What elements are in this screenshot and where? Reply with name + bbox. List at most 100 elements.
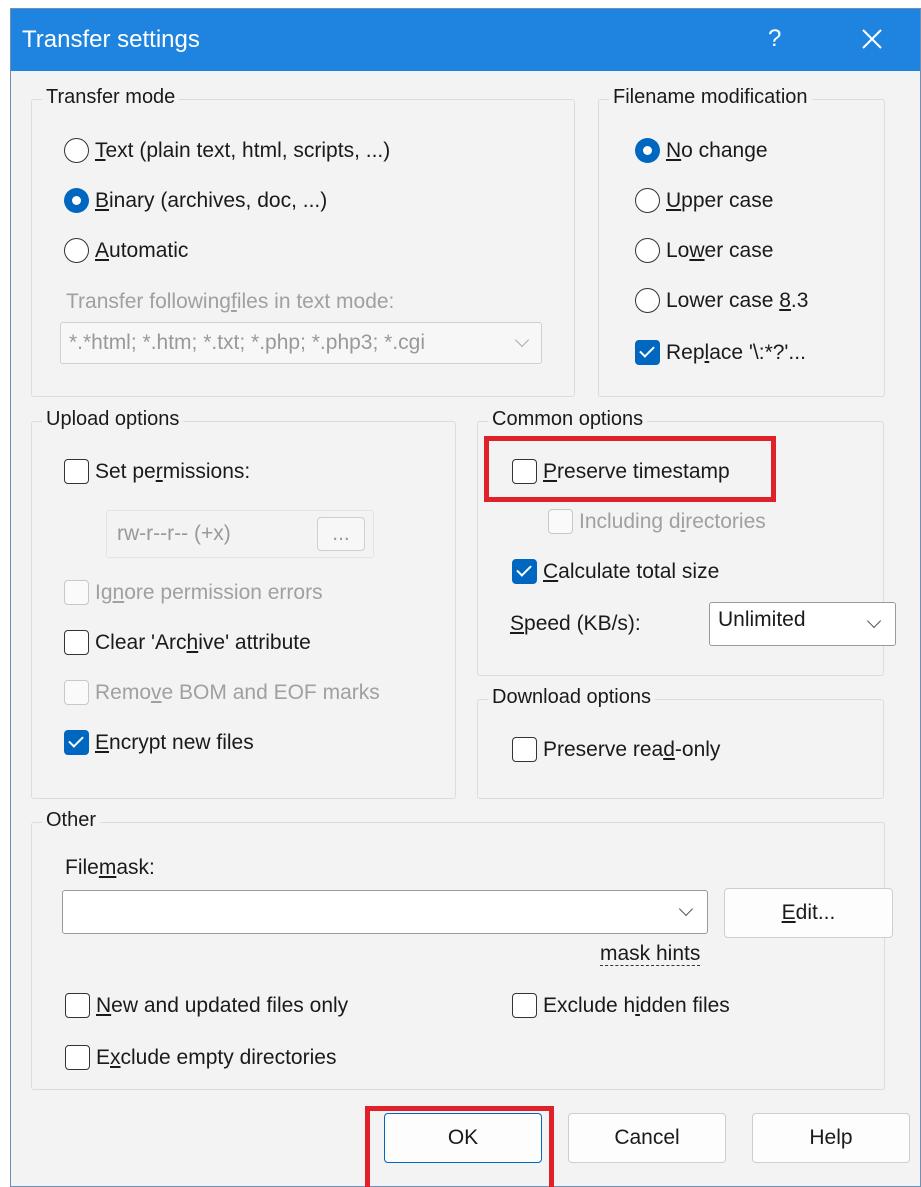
- filename-modification-group: Filename modification No change Upper ca…: [598, 86, 885, 397]
- dialog-title: Transfer settings: [22, 26, 200, 53]
- radio-upper-case[interactable]: Upper case: [635, 188, 773, 213]
- title-bar: Transfer settings ?: [11, 9, 920, 71]
- checkbox-clear-archive[interactable]: Clear 'Archive' attribute: [64, 630, 311, 655]
- checkbox-indicator[interactable]: [635, 340, 660, 365]
- other-legend: Other: [42, 809, 101, 832]
- button-label: ...: [332, 522, 350, 545]
- other-group: Other File m ask: Edit... mask hints New …: [31, 809, 893, 1090]
- checkbox-indicator[interactable]: [512, 993, 537, 1018]
- chevron-down-icon[interactable]: [678, 901, 694, 917]
- checkbox-exclude-empty-dirs[interactable]: Exclude empty directories: [65, 1045, 336, 1070]
- chevron-down-icon[interactable]: [514, 332, 530, 348]
- checkbox-indicator[interactable]: [548, 509, 573, 534]
- cancel-button[interactable]: Cancel: [568, 1113, 726, 1163]
- radio-label: Lower case 8.3: [666, 288, 809, 312]
- checkbox-remove-bom[interactable]: Remove BOM and EOF marks: [64, 680, 380, 705]
- help-button[interactable]: Help: [752, 1113, 910, 1163]
- checkbox-indicator[interactable]: [64, 680, 89, 705]
- mask-hints-link[interactable]: mask hints: [600, 943, 701, 966]
- checkbox-label: Including directories: [579, 509, 766, 533]
- radio-label: Upper case: [666, 188, 774, 212]
- checkbox-label: Ignore permission errors: [95, 580, 323, 604]
- checkbox-preserve-read-only[interactable]: Preserve read-only: [512, 737, 720, 762]
- checkbox-exclude-hidden-files[interactable]: Exclude hidden files: [512, 993, 730, 1018]
- radio-lower-case-83[interactable]: Lower case 8.3: [635, 288, 808, 313]
- checkbox-label: Encrypt new files: [95, 730, 254, 754]
- checkbox-indicator[interactable]: [512, 737, 537, 762]
- permissions-box: rw-r--r-- (+x) ...: [106, 510, 374, 558]
- transfer-settings-dialog: Transfer settings ? Transfer mode Text (…: [10, 8, 921, 1187]
- radio-label: Binary (archives, doc, ...): [95, 188, 328, 212]
- common-options-group: Common options Preserve timestamp Includ…: [477, 408, 896, 676]
- checkbox-label: Calculate total size: [543, 559, 720, 583]
- checkbox-calculate-total-size[interactable]: Calculate total size: [512, 559, 719, 584]
- file-mask-label: File m ask:: [65, 856, 155, 879]
- radio-indicator[interactable]: [635, 138, 660, 163]
- transfer-mode-legend: Transfer mode: [42, 86, 180, 109]
- upload-options-legend: Upload options: [42, 408, 184, 431]
- checkbox-indicator[interactable]: [64, 730, 89, 755]
- permissions-button[interactable]: ...: [317, 517, 365, 551]
- button-label: Edit...: [781, 901, 836, 924]
- download-options-legend: Download options: [488, 686, 655, 709]
- combo-value: Unlimited: [718, 607, 806, 631]
- file-mask-input[interactable]: [62, 890, 708, 934]
- speed-label: Speed (KB/s):: [510, 612, 641, 635]
- ok-button[interactable]: OK: [384, 1113, 542, 1163]
- checkbox-indicator[interactable]: [512, 459, 537, 484]
- checkbox-including-directories[interactable]: Including directories: [548, 509, 766, 534]
- speed-combo[interactable]: Unlimited: [709, 602, 896, 646]
- edit-button[interactable]: Edit...: [724, 888, 893, 938]
- checkbox-label: Preserve timestamp: [543, 459, 730, 483]
- checkbox-label: New and updated files only: [96, 993, 349, 1017]
- button-label: OK: [447, 1126, 479, 1149]
- checkbox-indicator[interactable]: [65, 993, 90, 1018]
- radio-label: Automatic: [95, 238, 189, 262]
- radio-label: No change: [666, 138, 768, 162]
- close-icon[interactable]: [856, 23, 888, 55]
- checkbox-label: Set permissions:: [95, 459, 251, 483]
- radio-text-mode[interactable]: Text (plain text, html, scripts, ...): [64, 138, 390, 163]
- checkbox-preserve-timestamp[interactable]: Preserve timestamp: [512, 459, 730, 484]
- common-options-legend: Common options: [488, 408, 648, 431]
- radio-indicator[interactable]: [635, 238, 660, 263]
- radio-no-change[interactable]: No change: [635, 138, 768, 163]
- transfer-mode-group: Transfer mode Text (plain text, html, sc…: [31, 86, 575, 397]
- radio-indicator[interactable]: [64, 138, 89, 163]
- upload-options-group: Upload options Set permissions: rw-r--r-…: [31, 408, 456, 799]
- radio-label: Text (plain text, html, scripts, ...): [95, 138, 391, 162]
- text-mode-files-combo[interactable]: *.*html; *.htm; *.txt; *.php; *.php3; *.…: [60, 322, 542, 364]
- radio-binary-mode[interactable]: Binary (archives, doc, ...): [64, 188, 327, 213]
- combo-value: *.*html; *.htm; *.txt; *.php; *.php3; *.…: [69, 331, 426, 354]
- checkbox-encrypt-new-files[interactable]: Encrypt new files: [64, 730, 254, 755]
- checkbox-replace-chars[interactable]: Replace '\:*?'...: [635, 340, 806, 365]
- help-icon[interactable]: ?: [768, 25, 781, 53]
- checkbox-indicator[interactable]: [65, 1045, 90, 1070]
- permissions-value: rw-r--r-- (+x): [117, 522, 231, 545]
- filename-modification-legend: Filename modification: [609, 86, 812, 109]
- button-label: Help: [809, 1126, 853, 1149]
- checkbox-set-permissions[interactable]: Set permissions:: [64, 459, 250, 484]
- download-options-group: Download options Preserve read-only: [477, 686, 884, 799]
- checkbox-indicator[interactable]: [64, 630, 89, 655]
- checkbox-label: Replace '\:*?'...: [666, 340, 806, 364]
- checkbox-indicator[interactable]: [64, 459, 89, 484]
- checkbox-label: Exclude empty directories: [96, 1045, 337, 1069]
- radio-label: Lower case: [666, 238, 774, 262]
- radio-indicator[interactable]: [64, 238, 89, 263]
- radio-indicator[interactable]: [635, 188, 660, 213]
- checkbox-label: Remove BOM and EOF marks: [95, 680, 380, 704]
- radio-indicator[interactable]: [635, 288, 660, 313]
- checkbox-indicator[interactable]: [512, 559, 537, 584]
- radio-lower-case[interactable]: Lower case: [635, 238, 773, 263]
- radio-indicator[interactable]: [64, 188, 89, 213]
- chevron-down-icon[interactable]: [866, 613, 882, 629]
- text-mode-files-label: Transfer following f iles in text mode:: [66, 290, 395, 313]
- checkbox-ignore-permission-errors[interactable]: Ignore permission errors: [64, 580, 323, 605]
- checkbox-label: Clear 'Archive' attribute: [95, 630, 311, 654]
- checkbox-new-updated-only[interactable]: New and updated files only: [65, 993, 348, 1018]
- button-label: Cancel: [614, 1126, 680, 1149]
- checkbox-label: Exclude hidden files: [543, 993, 730, 1017]
- radio-automatic-mode[interactable]: Automatic: [64, 238, 188, 263]
- checkbox-indicator[interactable]: [64, 580, 89, 605]
